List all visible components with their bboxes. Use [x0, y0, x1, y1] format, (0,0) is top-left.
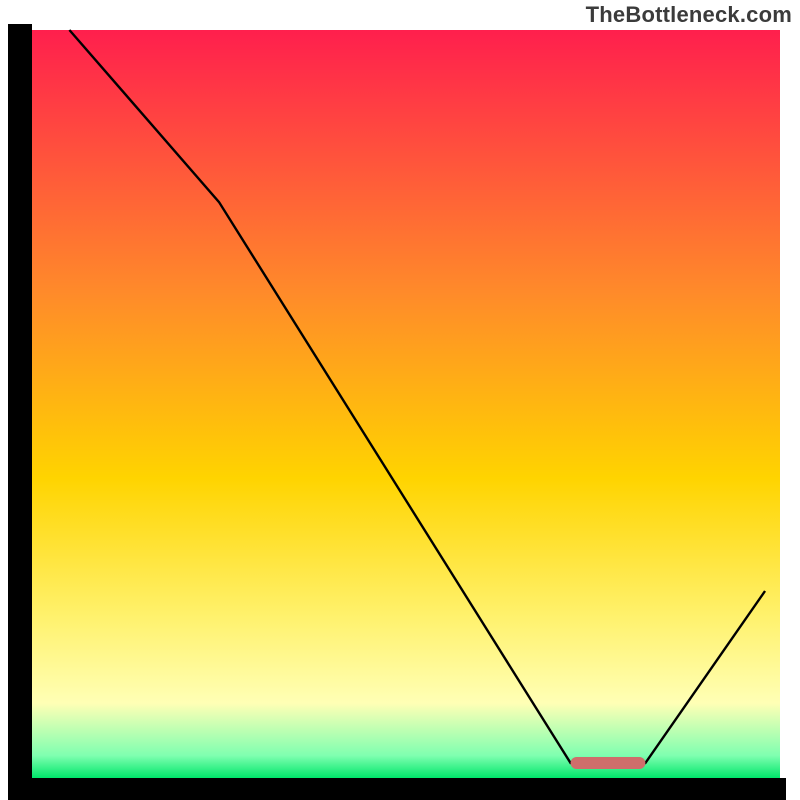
plot-background: [32, 30, 780, 778]
target-marker: [571, 757, 646, 769]
watermark-text: TheBottleneck.com: [586, 2, 792, 28]
y-axis: [8, 24, 32, 800]
chart-svg: [0, 0, 800, 800]
x-axis: [8, 778, 786, 800]
chart-container: TheBottleneck.com: [0, 0, 800, 800]
